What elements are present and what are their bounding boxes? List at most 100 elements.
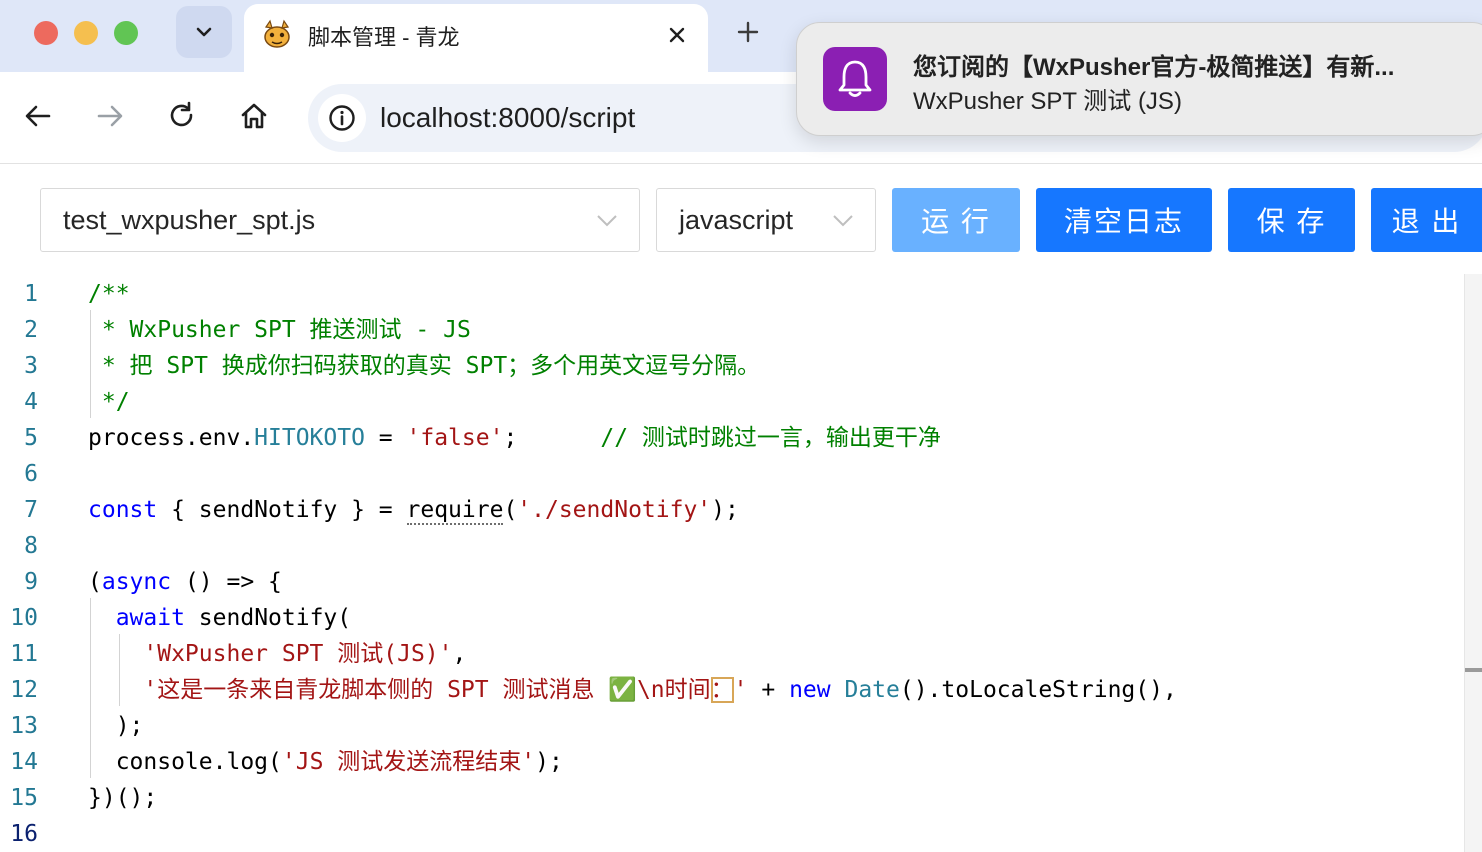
code-line[interactable]: 8 [0,528,1462,564]
code-text: (async () => { [88,564,282,600]
code-line[interactable]: 5 process.env.HITOKOTO = 'false'; // 测试时跳… [0,420,1462,456]
home-button[interactable] [236,98,272,134]
code-token: Date [844,677,900,703]
system-notification[interactable]: 您订阅的【WxPusher官方-极简推送】有新... WxPusher SPT … [796,22,1482,136]
code-token: sendNotify( [184,605,352,631]
code-token: './sendNotify' [517,497,712,523]
code-token: '这是一条来自青龙脚本侧的 SPT 测试消息 ✅\n时间 [143,677,711,703]
bell-icon [838,60,872,97]
exit-button[interactable]: 退 出 [1371,188,1482,252]
code-line[interactable]: 14 console.log('JS 测试发送流程结束'); [0,744,1462,780]
file-select[interactable]: test_wxpusher_spt.js [40,188,640,252]
code-line[interactable]: 13 ); [0,708,1462,744]
code-line[interactable]: 9 (async () => { [0,564,1462,600]
code-text: const { sendNotify } = require('./sendNo… [88,492,739,528]
line-number: 16 [10,821,38,847]
line-number: 2 [24,317,38,343]
code-token: const [88,497,158,523]
save-button[interactable]: 保 存 [1228,188,1355,252]
window-close-button[interactable] [34,21,58,45]
code-text: console.log('JS 测试发送流程结束'); [88,744,563,780]
close-icon [669,27,685,43]
code-editor[interactable]: 1/** 2 * WxPusher SPT 推送测试 - JS 3 * 把 SPT … [0,274,1482,852]
line-number: 11 [10,641,38,667]
code-token: require [406,497,504,525]
code-token: + [747,677,790,703]
language-select[interactable]: javascript [656,188,876,252]
code-token: ; [503,425,601,451]
browser-window: 脚本管理 - 青龙 localhost:8000/script 您订阅的【WxP… [0,0,1482,852]
tab-title: 脚本管理 - 青龙 [308,25,460,50]
code-token: * WxPusher SPT 推送测试 - JS [88,317,471,343]
tab-close-button[interactable] [662,20,692,50]
code-token: ().toLocaleString(), [899,677,1177,703]
code-token: () => { [171,569,282,595]
code-token: 'false' [406,425,504,451]
code-line[interactable]: 2 * WxPusher SPT 推送测试 - JS [0,312,1462,348]
run-button[interactable]: 运 行 [892,188,1020,252]
code-line[interactable]: 1 /** [0,276,1462,312]
new-tab-button[interactable] [730,14,766,50]
qinglong-dragon-icon [264,19,290,48]
code-line[interactable]: 3 * 把 SPT 换成你扫码获取的真实 SPT；多个用英文逗号分隔。 [0,348,1462,384]
code-token: ); [88,713,144,739]
code-line[interactable]: 4 */ [0,384,1462,420]
code-line[interactable]: 10 await sendNotify( [0,600,1462,636]
plus-icon [737,21,759,43]
tab-search-button[interactable] [176,6,232,58]
line-number: 14 [10,749,38,775]
code-line[interactable]: 15})(); [0,780,1462,816]
code-line[interactable]: 16 [0,816,1462,852]
code-text: * 把 SPT 换成你扫码获取的真实 SPT；多个用英文逗号分隔。 [88,348,760,384]
code-token: */ [88,389,130,415]
code-line[interactable]: 12 '这是一条来自青龙脚本侧的 SPT 测试消息 ✅\n时间：' + new … [0,672,1462,708]
code-token: ( [88,569,102,595]
code-text: /** [88,276,130,312]
arrow-left-icon [25,105,51,127]
code-line[interactable]: 6 [0,456,1462,492]
code-token: await [115,605,185,631]
code-token: = [364,425,407,451]
site-info-button[interactable] [318,94,366,142]
code-text: */ [88,384,130,420]
line-number: 12 [10,677,38,703]
url-text: localhost:8000/script [380,102,636,133]
notification-title: 您订阅的【WxPusher官方-极简推送】有新... [913,54,1395,81]
code-token: { sendNotify } = [157,497,407,523]
active-tab[interactable]: 脚本管理 - 青龙 [244,4,708,72]
line-number: 4 [24,389,38,415]
code-text: '这是一条来自青龙脚本侧的 SPT 测试消息 ✅\n时间：' + new Dat… [88,672,1177,708]
line-number: 8 [24,533,38,559]
code-text: 'WxPusher SPT 测试(JS)', [88,636,466,672]
back-button[interactable] [20,98,56,134]
line-number: 13 [10,713,38,739]
window-maximize-button[interactable] [114,21,138,45]
code-token: HITOKOTO [254,425,365,451]
code-token: process.env. [88,425,255,451]
file-select-value: test_wxpusher_spt.js [63,205,316,235]
code-token: async [101,569,172,595]
code-token: ' [733,677,748,703]
line-number: 7 [24,497,38,523]
arrow-right-icon [97,105,123,127]
forward-button[interactable] [92,98,128,134]
line-number: 5 [24,425,38,451]
line-number: 1 [24,281,38,307]
reload-button[interactable] [164,98,200,134]
editor-scrollbar[interactable] [1464,274,1482,852]
code-token: })(); [88,785,158,811]
home-icon [241,103,267,129]
line-number: 3 [24,353,38,379]
code-token: ); [535,749,563,775]
code-token: ： [710,677,734,703]
window-minimize-button[interactable] [74,21,98,45]
code-text: await sendNotify( [88,600,351,636]
code-line[interactable]: 7 const { sendNotify } = require('./sendN… [0,492,1462,528]
chevron-down-icon [831,209,855,233]
clear-log-button[interactable]: 清空日志 [1036,188,1212,252]
code-line[interactable]: 11 'WxPusher SPT 测试(JS)', [0,636,1462,672]
code-token: new [789,677,831,703]
scrollbar-marker [1465,668,1482,672]
